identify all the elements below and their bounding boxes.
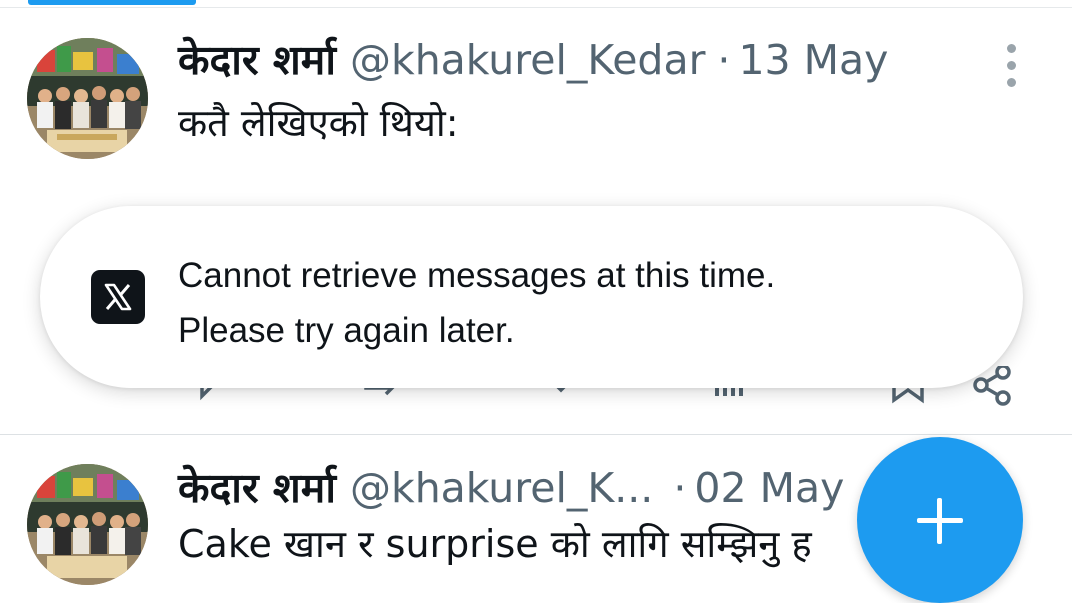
compose-button[interactable] [857, 437, 1023, 603]
tweet-text: कतै लेखिएको थियो: [178, 101, 459, 145]
toast-line-2: Please try again later. [178, 311, 515, 350]
tweet-date[interactable]: 13 May [738, 36, 888, 84]
x-logo-icon [91, 270, 145, 324]
error-toast: Cannot retrieve messages at this time. P… [40, 206, 1023, 388]
avatar[interactable] [27, 38, 148, 159]
author-handle[interactable]: @khakurel_Kedar [350, 36, 705, 84]
separator: · [717, 36, 731, 84]
author-name[interactable]: केदार शर्मा [178, 36, 336, 84]
tweet-header: केदार शर्मा @khakurel_Kedar · 13 May [178, 34, 888, 86]
author-handle[interactable]: @khakurel_K... [350, 464, 653, 512]
tweet-date[interactable]: 02 May [694, 464, 844, 512]
active-tab-indicator [28, 0, 196, 5]
author-name[interactable]: केदार शर्मा [178, 464, 336, 512]
avatar[interactable] [27, 464, 148, 585]
more-options-icon[interactable] [1002, 44, 1022, 88]
tweet-text: Cake खान र surprise को लागि सम्झिनु ह [178, 522, 812, 566]
separator: · [673, 464, 687, 512]
toast-line-1: Cannot retrieve messages at this time. [178, 256, 776, 295]
toast-message: Cannot retrieve messages at this time. P… [178, 248, 775, 358]
tweet-header: केदार शर्मा @khakurel_K... · 02 May [178, 462, 844, 514]
